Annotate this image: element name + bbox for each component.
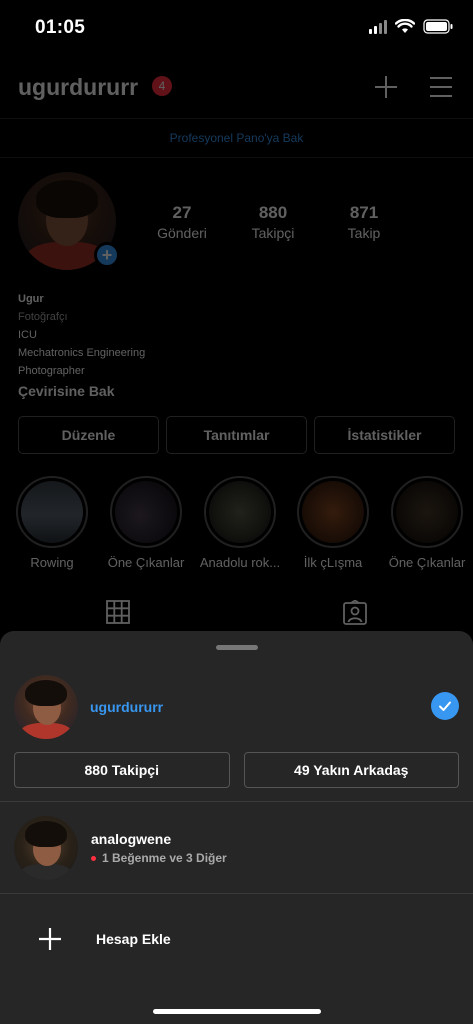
sheet-grabber[interactable]	[216, 645, 258, 650]
highlight-item[interactable]: Anadolu rok...	[195, 476, 285, 570]
battery-icon	[423, 19, 453, 34]
highlight-item[interactable]: Rowing	[7, 476, 97, 570]
bio-line: ICU	[18, 329, 37, 341]
bio-line: Mechatronics Engineering	[18, 347, 146, 359]
selected-check-icon	[431, 692, 459, 720]
other-account-activity: 1 Beğenme ve 3 Diğer	[91, 851, 227, 865]
current-account-username[interactable]: ugurdururr	[90, 699, 163, 715]
edit-profile-button[interactable]: Düzenle	[18, 416, 159, 454]
profile-bio: Ugur Fotoğrafçı ICU Mechatronics Enginee…	[18, 290, 145, 400]
bio-category: Fotoğrafçı	[18, 311, 68, 323]
posts-label: Gönderi	[157, 225, 207, 241]
insights-button[interactable]: İstatistikler	[314, 416, 455, 454]
wifi-icon	[395, 19, 415, 34]
create-post-icon[interactable]	[373, 74, 399, 100]
professional-dashboard-link[interactable]: Profesyonel Pano'ya Bak	[0, 118, 473, 158]
highlight-label: İlk çLışma	[303, 555, 363, 570]
highlight-item[interactable]: Öne Çıkanlar	[382, 476, 472, 570]
activity-dot-icon	[91, 855, 96, 861]
status-time: 01:05	[35, 17, 86, 38]
followers-stat[interactable]: 880 Takipçi	[233, 203, 313, 241]
activity-text: 1 Beğenme ve 3 Diğer	[102, 851, 227, 865]
add-icon[interactable]	[38, 927, 62, 951]
status-bar: 01:05	[0, 0, 473, 56]
profile-tabs	[0, 598, 473, 630]
highlight-label: Anadolu rok...	[199, 555, 281, 570]
followers-count: 880	[258, 203, 288, 222]
highlight-label: Öne Çıkanlar	[107, 555, 185, 570]
story-highlights: Rowing Öne Çıkanlar Anadolu rok... İlk ç…	[0, 476, 473, 576]
home-indicator[interactable]	[153, 1009, 321, 1014]
grid-icon[interactable]	[106, 600, 130, 624]
tagged-icon[interactable]	[342, 599, 368, 626]
posts-count: 27	[172, 203, 192, 222]
bio-name: Ugur	[18, 293, 44, 305]
following-stat[interactable]: 871 Takip	[324, 203, 404, 241]
close-friends-button[interactable]: 49 Yakın Arkadaş	[243, 752, 459, 788]
status-icons	[369, 19, 453, 34]
profile-username-title[interactable]: ugurdururr	[18, 74, 138, 101]
current-account-avatar[interactable]	[14, 675, 78, 739]
highlight-item[interactable]: Öne Çıkanlar	[101, 476, 191, 570]
promotions-button[interactable]: Tanıtımlar	[166, 416, 307, 454]
divider	[0, 893, 473, 894]
followers-button[interactable]: 880 Takipçi	[14, 752, 230, 788]
profile-actions: Düzenle Tanıtımlar İstatistikler	[18, 416, 455, 454]
cellular-signal-icon	[369, 19, 387, 34]
add-account-button[interactable]: Hesap Ekle	[96, 931, 171, 947]
divider	[0, 801, 473, 802]
posts-stat[interactable]: 27 Gönderi	[142, 203, 222, 241]
notification-badge: 4	[152, 76, 172, 96]
other-account-username[interactable]: analogwene	[91, 831, 171, 847]
following-count: 871	[349, 203, 379, 222]
profile-header: ugurdururr 4	[0, 68, 473, 108]
followers-label: Takipçi	[251, 225, 295, 241]
highlight-label: Rowing	[30, 555, 74, 570]
add-story-icon[interactable]: +	[94, 242, 120, 268]
other-account-avatar[interactable]	[14, 816, 78, 880]
account-stats-buttons: 880 Takipçi 49 Yakın Arkadaş	[14, 752, 459, 788]
account-switcher-sheet: ugurdururr 880 Takipçi 49 Yakın Arkadaş …	[0, 631, 473, 1024]
highlight-label: Öne Çıkanlar	[388, 555, 466, 570]
menu-icon[interactable]	[429, 76, 453, 98]
highlight-item[interactable]: İlk çLışma	[288, 476, 378, 570]
following-label: Takip	[347, 225, 381, 241]
see-translation-link[interactable]: Çevirisine Bak	[18, 382, 145, 400]
bio-line: Photographer	[18, 365, 85, 377]
